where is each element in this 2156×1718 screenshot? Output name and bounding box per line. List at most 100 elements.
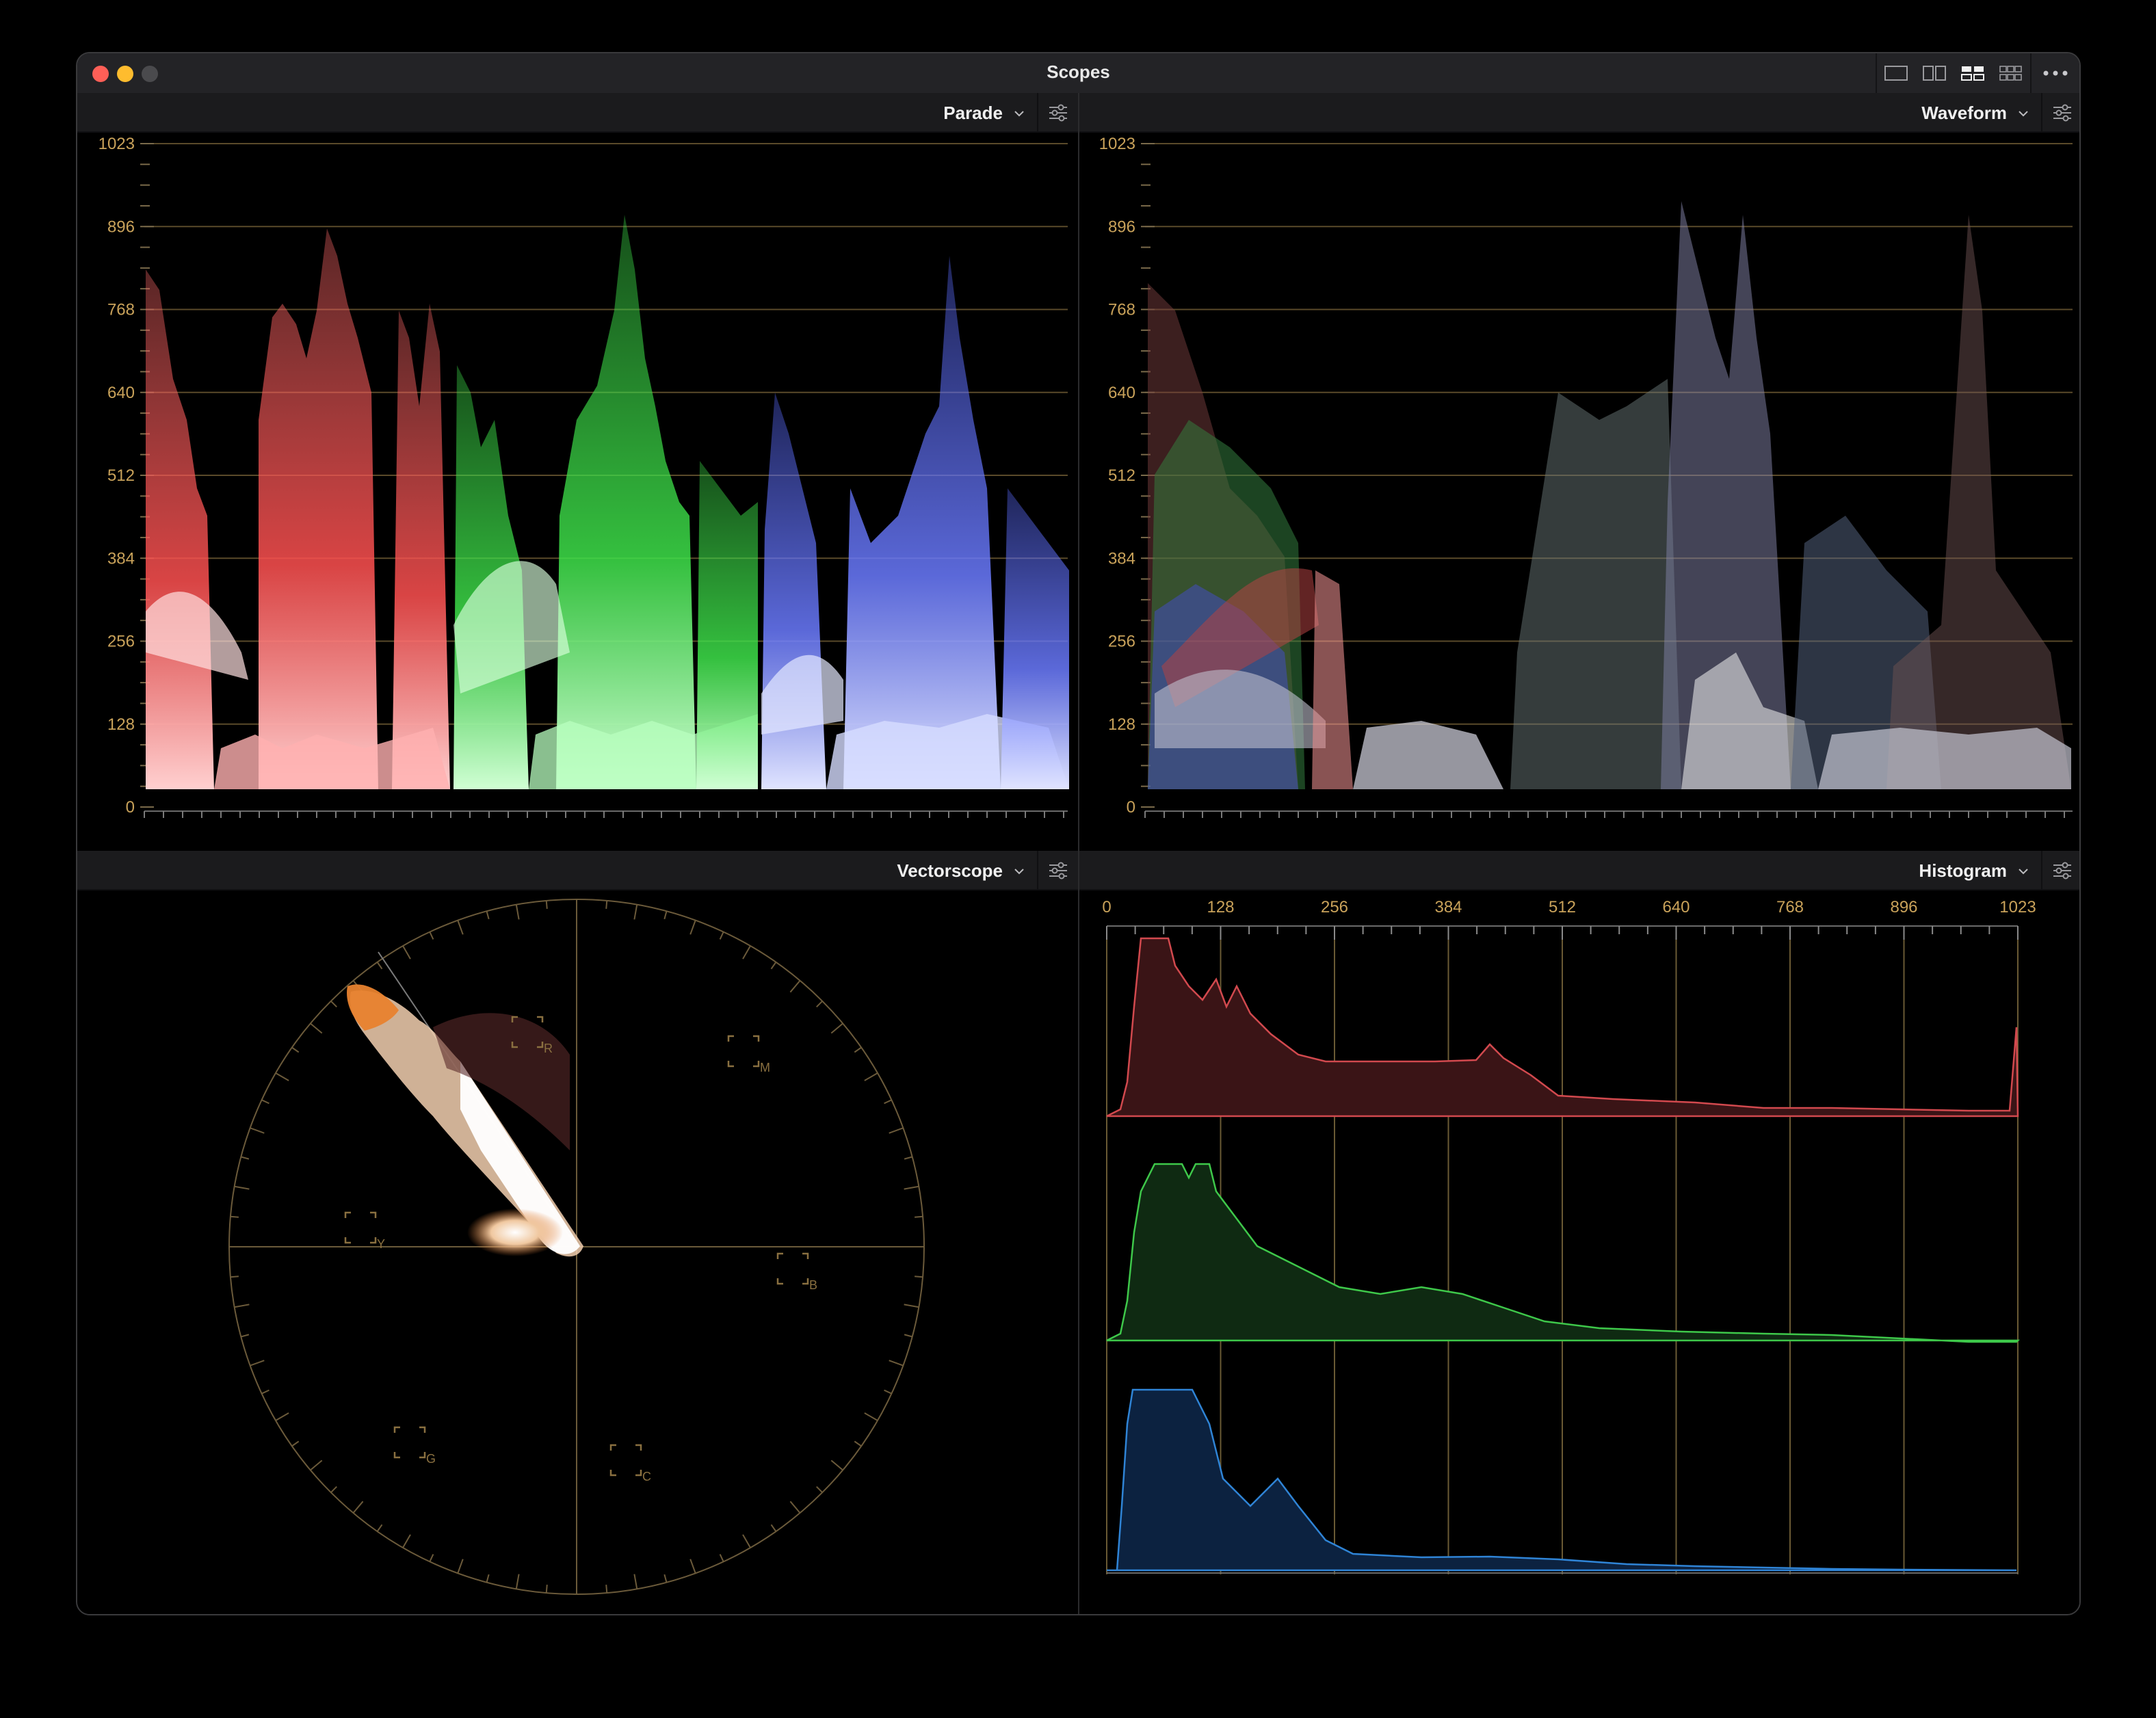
scale-tick-label: 512: [1108, 466, 1135, 485]
parade-red-trace: [146, 228, 450, 789]
vectorscope-title[interactable]: Vectorscope: [897, 860, 1003, 882]
window-title: Scopes: [1047, 62, 1110, 82]
chevron-down-icon[interactable]: [2015, 863, 2032, 880]
target-box-c: C: [609, 1444, 651, 1483]
scale-tick-label: 1023: [98, 135, 135, 153]
ring-tick: [719, 1554, 724, 1562]
ring-tick: [234, 1304, 250, 1308]
ring-tick: [864, 1412, 878, 1421]
ring-tick: [742, 945, 751, 960]
ring-tick: [605, 1585, 608, 1594]
ring-tick: [889, 1127, 904, 1134]
quad-layout-icon[interactable]: [1954, 53, 1992, 93]
waveform-trace: [1148, 201, 2071, 789]
grid-layout-icon[interactable]: [1992, 53, 2030, 93]
ring-tick: [904, 1334, 912, 1338]
hist-tick-label: 128: [1207, 898, 1234, 916]
scale-tick-label: 768: [107, 301, 135, 319]
chevron-down-icon[interactable]: [1011, 863, 1027, 880]
ring-tick: [402, 1534, 411, 1548]
layout-switcher: [1876, 53, 2079, 93]
ring-tick: [854, 1046, 862, 1053]
ring-tick: [915, 1276, 923, 1278]
vectorscope-trace: [347, 984, 583, 1257]
scale-tick-label: 256: [1108, 633, 1135, 651]
target-box-y: Y: [344, 1211, 385, 1251]
histogram-scale-labels: 0 128 256 384 512 640 768 896 1023: [1102, 898, 2036, 916]
ring-tick: [515, 1574, 520, 1589]
ring-tick: [234, 1185, 250, 1190]
single-layout-icon[interactable]: [1877, 53, 1915, 93]
hist-tick-label: 384: [1434, 898, 1462, 916]
ring-tick: [330, 1486, 337, 1493]
ring-tick: [291, 1046, 300, 1053]
parade-title[interactable]: Parade: [943, 103, 1003, 124]
ring-tick: [486, 911, 490, 920]
chevron-down-icon[interactable]: [1011, 105, 1027, 122]
ring-tick: [275, 1412, 289, 1421]
target-label: G: [426, 1452, 436, 1466]
parade-x-ticks: [144, 810, 1068, 818]
ring-tick: [816, 1486, 823, 1493]
ring-tick: [719, 931, 724, 940]
ring-tick: [241, 1334, 250, 1338]
hist-tick-label: 896: [1890, 898, 1917, 916]
parade-scale-labels: 0 128 256 384 512 640 768 896 1023: [98, 135, 135, 817]
ellipsis-icon[interactable]: [2032, 53, 2079, 93]
parade-blue-trace: [761, 256, 1069, 789]
scopes-window: Scopes Parade 0 128 256 384 512 640 768 …: [76, 52, 2081, 1615]
parade-green-trace: [453, 215, 758, 789]
chevron-down-icon[interactable]: [2015, 105, 2032, 122]
target-label: M: [760, 1061, 770, 1074]
hist-tick-label: 768: [1776, 898, 1804, 916]
ring-tick: [816, 1001, 823, 1007]
parade-panel: Parade 0 128 256 384 512 640 768 896 102…: [77, 93, 1078, 851]
ring-tick: [889, 1360, 904, 1366]
target-label: R: [544, 1042, 553, 1055]
settings-sliders-icon[interactable]: [2041, 93, 2079, 133]
hist-tick-label: 512: [1549, 898, 1576, 916]
ring-tick: [770, 1524, 777, 1532]
ring-tick: [250, 1127, 265, 1134]
target-box-m: M: [727, 1035, 770, 1074]
vectorscope-header: Vectorscope: [77, 851, 1078, 890]
ring-tick: [605, 900, 608, 909]
dual-layout-icon[interactable]: [1915, 53, 1954, 93]
ring-tick: [376, 1524, 383, 1532]
scale-tick-label: 0: [1127, 798, 1135, 817]
ring-tick: [854, 1440, 862, 1447]
hist-tick-label: 256: [1321, 898, 1348, 916]
ring-tick: [457, 1559, 464, 1574]
ring-tick: [633, 904, 638, 920]
parade-scope: 0 128 256 384 512 640 768 896 1023: [98, 135, 1069, 818]
waveform-title[interactable]: Waveform: [1921, 103, 2007, 124]
ring-tick: [830, 1459, 843, 1471]
settings-sliders-icon[interactable]: [1037, 851, 1078, 890]
scale-tick-label: 640: [107, 384, 135, 402]
ring-tick: [261, 1389, 270, 1395]
ring-tick: [904, 1156, 912, 1160]
hist-tick-label: 640: [1662, 898, 1690, 916]
ring-tick: [884, 1099, 892, 1105]
settings-sliders-icon[interactable]: [1037, 93, 1078, 133]
target-label: Y: [377, 1237, 385, 1251]
waveform-header: Waveform: [1079, 93, 2079, 133]
waveform-scale-labels: 0 128 256 384 512 640 768 896 1023: [1099, 135, 1135, 817]
ring-tick: [864, 1072, 878, 1081]
scale-tick-label: 640: [1108, 384, 1135, 402]
ring-tick: [230, 1276, 239, 1278]
histogram-header: Histogram: [1079, 851, 2079, 890]
ring-tick: [352, 1501, 364, 1514]
scale-tick-label: 256: [107, 633, 135, 651]
histogram-scope: 0 128 256 384 512 640 768 896 1023: [1102, 898, 2036, 1574]
target-box-g: G: [393, 1426, 436, 1466]
ring-tick: [310, 1459, 323, 1471]
settings-sliders-icon[interactable]: [2041, 851, 2079, 890]
target-box-b: B: [776, 1252, 817, 1292]
ring-tick: [275, 1072, 289, 1081]
target-label: C: [642, 1470, 651, 1483]
histogram-title[interactable]: Histogram: [1919, 860, 2007, 882]
ring-tick: [633, 1574, 638, 1589]
title-bar: Scopes: [77, 53, 2079, 94]
ring-tick: [250, 1360, 265, 1366]
